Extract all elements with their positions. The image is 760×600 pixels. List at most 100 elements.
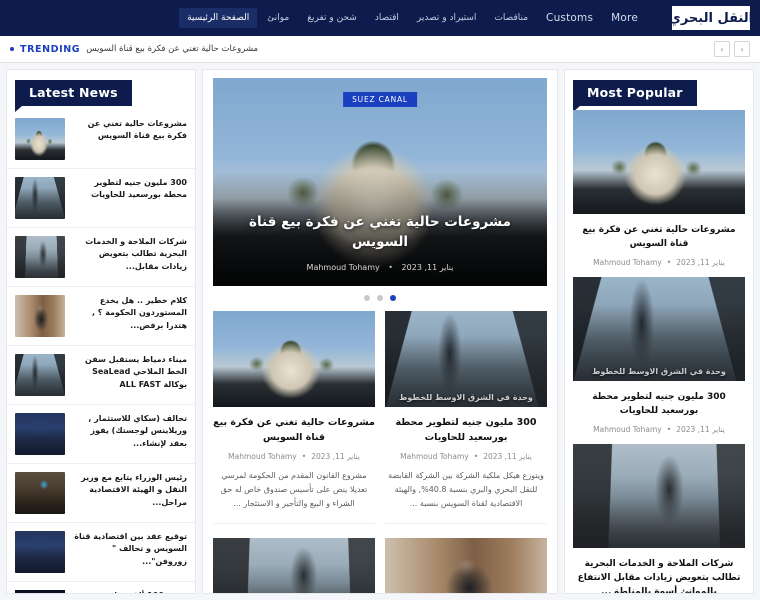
- latest-news-item[interactable]: كلام خطير .. هل يخدع المستوردون الحكومة …: [7, 287, 195, 346]
- article-card-image: وحدة في الشرق الاوسط للخطوط: [385, 311, 547, 407]
- trending-dot-icon: [10, 47, 14, 51]
- hero-overlay: [213, 78, 547, 286]
- latest-news-item-title: مشروعات حالية تغني عن فكرة بيع قناة السو…: [87, 119, 187, 141]
- latest-news-item-title: توقيع عقد بين اقتصادية قناة السويس و تحا…: [74, 532, 187, 566]
- latest-news-item[interactable]: مشروعات حالية تغني عن فكرة بيع قناة السو…: [7, 110, 195, 169]
- hero-dot-0[interactable]: [390, 295, 396, 301]
- latest-news-header: Latest News: [7, 70, 195, 112]
- hero-meta: Mahmoud Tohamy • يناير 11, 2023: [213, 263, 547, 272]
- trending-bar: ‹ › مشروعات حالية تغني عن فكرة بيع قناة …: [0, 36, 760, 63]
- hero-title[interactable]: مشروعات حالية تغني عن فكرة بيع قناة السو…: [243, 212, 517, 253]
- hero-slider: SUEZ CANAL مشروعات حالية تغني عن فكرة بي…: [203, 70, 557, 307]
- hero-meta-separator: •: [388, 263, 393, 272]
- trending-next-button[interactable]: ›: [714, 41, 730, 57]
- most-popular-item-meta-separator: •: [666, 424, 672, 434]
- most-popular-list: مشروعات حالية تغني عن فكرة بيع قناة السو…: [565, 110, 753, 593]
- article-card[interactable]: وحدة في الشرق الاوسط للخطوط 300 مليون جني…: [385, 311, 547, 525]
- bottom-card-grid: [203, 534, 557, 593]
- hero-caption: مشروعات حالية تغني عن فكرة بيع قناة السو…: [213, 212, 547, 253]
- article-card-date: يناير 11, 2023: [483, 452, 532, 462]
- article-card-excerpt: ويتوزع هيكل ملكية الشركة بين الشركة القا…: [388, 471, 544, 509]
- nav-item-2[interactable]: مناقصات: [486, 8, 536, 29]
- latest-news-item[interactable]: 300 مليون جنيه لتطوير محطة بورسعيد للحاو…: [7, 169, 195, 228]
- nav-item-7[interactable]: الصفحة الرئيسية: [179, 7, 258, 29]
- most-popular-header: Most Popular: [565, 70, 753, 112]
- article-card-meta: Mahmoud Tohamy • يناير 11, 2023: [213, 452, 375, 461]
- article-card-image-caption: وحدة في الشرق الاوسط للخطوط: [399, 393, 533, 402]
- nav-item-5[interactable]: شحن و تفريغ: [299, 8, 365, 29]
- bottom-article-card[interactable]: [213, 538, 375, 593]
- latest-news-item[interactable]: ضمن 100 ألف وظيفة ستوفرها للشباب – الهيئ…: [7, 582, 195, 593]
- latest-news-item[interactable]: توقيع عقد بين اقتصادية قناة السويس و تحا…: [7, 523, 195, 582]
- most-popular-item-author: Mahmoud Tohamy: [593, 257, 662, 267]
- hero-dot-2[interactable]: [364, 295, 370, 301]
- most-popular-item[interactable]: وحدة في الشرق الاوسط للخطوط 300 مليون جني…: [565, 276, 753, 444]
- article-card-divider: [385, 523, 547, 525]
- most-popular-title: Most Popular: [573, 80, 697, 112]
- most-popular-panel: Most Popular مشروعات حالية تغني عن فكرة …: [564, 69, 754, 594]
- trending-arrows: ‹ ›: [714, 41, 750, 57]
- trending-headline[interactable]: مشروعات حالية تغني عن فكرة بيع قناة السو…: [86, 44, 258, 54]
- most-popular-item-meta: Mahmoud Tohamy • يناير 11, 2023: [573, 258, 745, 267]
- bottom-article-card-image: [385, 538, 547, 593]
- latest-news-item-title: شركات الملاحة و الخدمات البحرية تطالب بت…: [85, 237, 187, 271]
- trending-label: TRENDING: [20, 43, 81, 55]
- most-popular-item-image: [573, 443, 745, 548]
- nav-item-1[interactable]: Customs: [538, 7, 601, 30]
- article-card-title[interactable]: 300 مليون جنيه لتطوير محطة بورسعيد للحاو…: [385, 416, 547, 445]
- latest-news-item-thumbnail: [15, 472, 65, 514]
- most-popular-item-meta: Mahmoud Tohamy • يناير 11, 2023: [573, 425, 745, 434]
- latest-news-item-thumbnail: [15, 118, 65, 160]
- latest-news-item-title: رئيس الوزراء يتابع مع وزير النقل و الهيئ…: [81, 473, 187, 507]
- bottom-article-card[interactable]: [385, 538, 547, 593]
- latest-news-title: Latest News: [15, 80, 132, 112]
- latest-news-item-thumbnail: SC°Z∎NE: [15, 590, 65, 593]
- most-popular-item-image: وحدة في الشرق الاوسط للخطوط: [573, 276, 745, 381]
- latest-news-item-thumbnail: [15, 531, 65, 573]
- latest-news-item-thumbnail: [15, 295, 65, 337]
- most-popular-item-title[interactable]: مشروعات حالية تغني عن فكرة بيع قناة السو…: [573, 223, 745, 252]
- most-popular-item[interactable]: مشروعات حالية تغني عن فكرة بيع قناة السو…: [565, 110, 753, 277]
- article-card-divider: [213, 523, 375, 525]
- nav-item-0[interactable]: More: [603, 7, 646, 30]
- most-popular-item-title[interactable]: شركات الملاحة و الخدمات البحرية تطالب بت…: [573, 557, 745, 593]
- latest-news-item[interactable]: رئيس الوزراء يتابع مع وزير النقل و الهيئ…: [7, 464, 195, 523]
- hero-slide[interactable]: SUEZ CANAL مشروعات حالية تغني عن فكرة بي…: [213, 78, 547, 286]
- article-card-grid: وحدة في الشرق الاوسط للخطوط 300 مليون جني…: [203, 307, 557, 534]
- site-logo[interactable]: النقل البحري: [668, 4, 754, 32]
- article-card-title[interactable]: مشروعات حالية تغني عن فكرة بيع قناة السو…: [213, 416, 375, 445]
- most-popular-item-date: يناير 11, 2023: [676, 424, 725, 434]
- latest-news-item-thumbnail: [15, 354, 65, 396]
- hero-date: يناير 11, 2023: [401, 263, 454, 272]
- nav-item-3[interactable]: استيراد و تصدير: [409, 8, 485, 29]
- page-body: Most Popular مشروعات حالية تغني عن فكرة …: [0, 63, 760, 600]
- most-popular-item-title[interactable]: 300 مليون جنيه لتطوير محطة بورسعيد للحاو…: [573, 390, 745, 419]
- latest-news-item-thumbnail: [15, 236, 65, 278]
- latest-news-item[interactable]: شركات الملاحة و الخدمات البحرية تطالب بت…: [7, 228, 195, 287]
- article-card[interactable]: مشروعات حالية تغني عن فكرة بيع قناة السو…: [213, 311, 375, 525]
- most-popular-item-author: Mahmoud Tohamy: [593, 424, 662, 434]
- nav-item-6[interactable]: موانئ: [259, 8, 297, 29]
- most-popular-item[interactable]: شركات الملاحة و الخدمات البحرية تطالب بت…: [565, 443, 753, 593]
- latest-news-item-thumbnail: [15, 177, 65, 219]
- main-content: SUEZ CANAL مشروعات حالية تغني عن فكرة بي…: [202, 69, 558, 594]
- article-card-meta: Mahmoud Tohamy • يناير 11, 2023: [385, 452, 547, 461]
- article-card-date: يناير 11, 2023: [311, 452, 360, 462]
- hero-category-badge[interactable]: SUEZ CANAL: [343, 92, 417, 107]
- latest-news-item-title: ضمن 100 ألف وظيفة ستوفرها للشباب – الهيئ…: [72, 590, 187, 593]
- bottom-article-card-image: [213, 538, 375, 593]
- nav-item-4[interactable]: اقتصاد: [367, 8, 407, 29]
- article-card-excerpt: مشروع القانون المقدم من الحكومة لمرسي تع…: [220, 471, 368, 509]
- latest-news-item-title: كلام خطير .. هل يخدع المستوردون الحكومة …: [91, 296, 187, 330]
- nav-menu: More Customs مناقصات استيراد و تصدير اقتصاد ش…: [8, 7, 666, 30]
- hero-dot-1[interactable]: [377, 295, 383, 301]
- trending-prev-button[interactable]: ‹: [734, 41, 750, 57]
- most-popular-item-date: يناير 11, 2023: [676, 257, 725, 267]
- most-popular-item-image: [573, 110, 745, 214]
- article-card-author: Mahmoud Tohamy: [400, 452, 469, 462]
- latest-news-panel: Latest News مشروعات حالية تغني عن فكرة ب…: [6, 69, 196, 594]
- latest-news-item[interactable]: تحالف (سكاي للاستثمار , وريلاينس لوجستك)…: [7, 405, 195, 464]
- hero-author: Mahmoud Tohamy: [306, 263, 380, 272]
- site-logo-text: النقل البحري: [668, 10, 754, 26]
- latest-news-item[interactable]: ميناء دمياط يستقبل سفن الخط الملاحي SeaL…: [7, 346, 195, 405]
